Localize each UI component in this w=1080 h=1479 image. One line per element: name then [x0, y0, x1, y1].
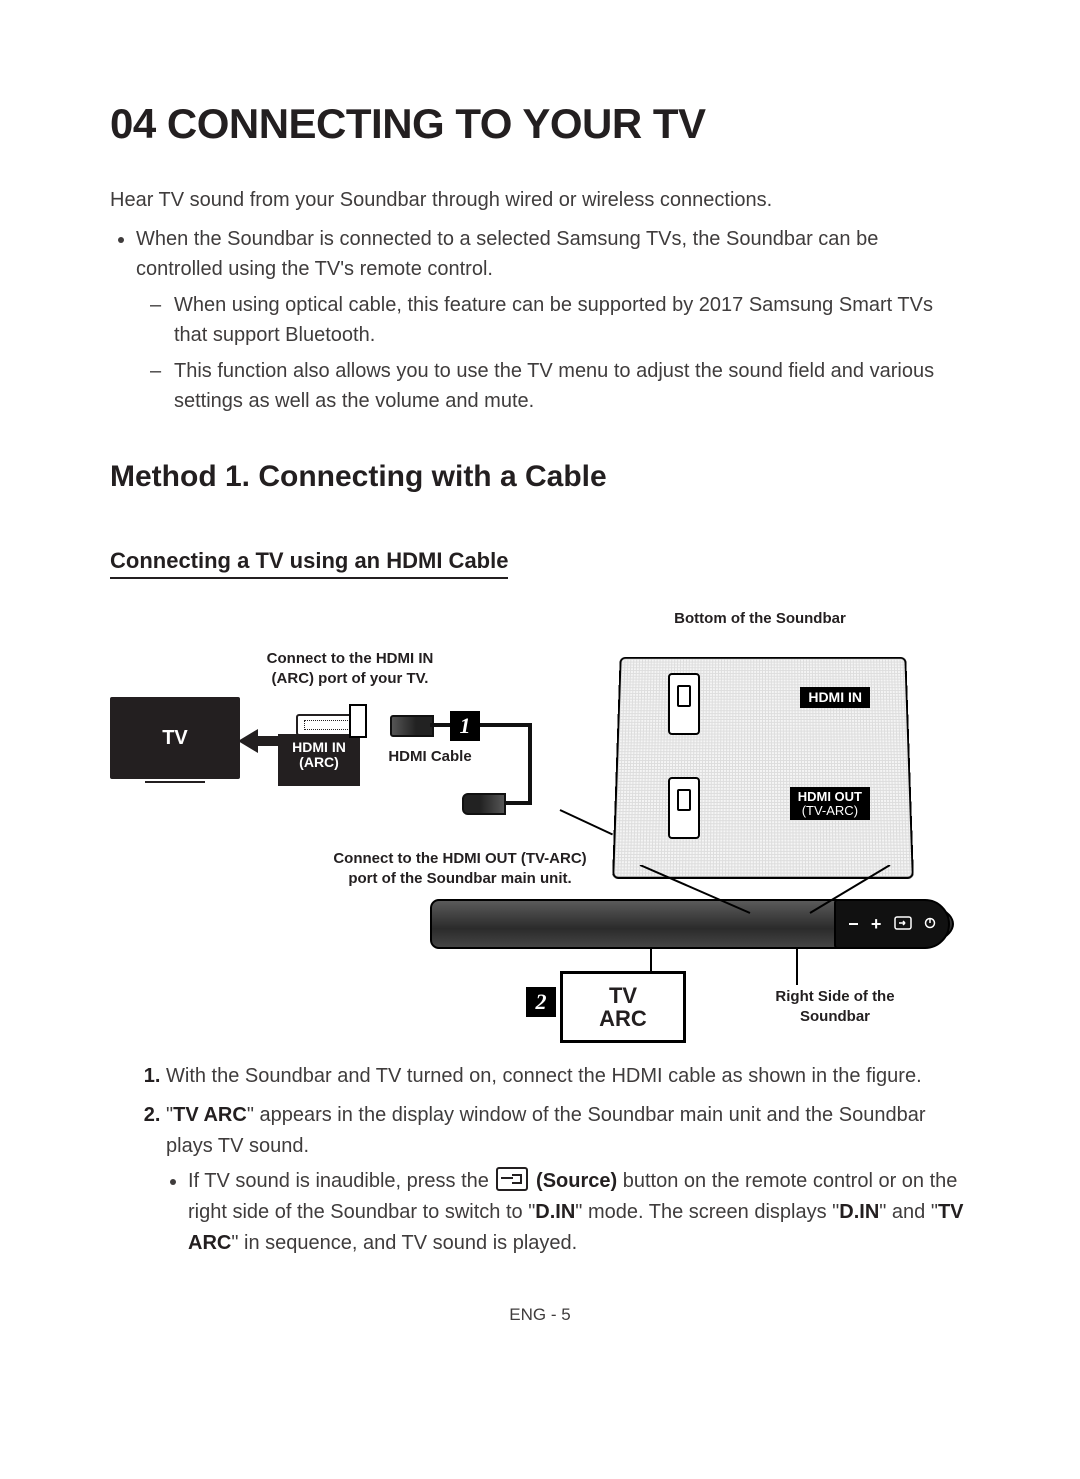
display-line-1: TV — [609, 984, 637, 1007]
step-badge-2: 2 — [526, 987, 556, 1017]
volume-plus-icon: + — [871, 914, 882, 935]
hdmi-connector-left — [390, 715, 434, 737]
hdmi-cable — [430, 723, 530, 727]
page-footer: ENG - 5 — [110, 1305, 970, 1325]
hdmi-out-port-label-2: (TV-ARC) — [802, 803, 858, 818]
soundbar-display: TV ARC — [560, 971, 686, 1043]
cable-label: HDMI Cable — [380, 747, 480, 767]
step-1: With the Soundbar and TV turned on, conn… — [166, 1061, 970, 1092]
hdmi-connector-right — [462, 793, 506, 815]
source-icon — [496, 1167, 528, 1191]
label-connect-tv: Connect to the HDMI IN (ARC) port of you… — [250, 649, 450, 688]
tv-port-label: HDMI IN(ARC) — [278, 734, 360, 786]
intro-text: Hear TV sound from your Soundbar through… — [110, 186, 970, 214]
power-icon — [924, 916, 936, 932]
connection-diagram: Bottom of the Soundbar Connect to the HD… — [110, 609, 970, 1039]
hdmi-out-port — [668, 777, 700, 839]
tv-icon: TV — [110, 697, 240, 779]
method-heading: Method 1. Connecting with a Cable — [110, 460, 970, 494]
sub-bullet-2: This function also allows you to use the… — [150, 356, 970, 416]
step-2: "TV ARC" appears in the display window o… — [166, 1100, 970, 1259]
subsection-heading: Connecting a TV using an HDMI Cable — [110, 548, 508, 579]
sub-bullet-1: When using optical cable, this feature c… — [150, 290, 970, 350]
page-title: 04 CONNECTING TO YOUR TV — [110, 100, 970, 148]
bullet-main: When the Soundbar is connected to a sele… — [136, 224, 970, 284]
callout-lines — [600, 865, 920, 915]
source-button-icon — [894, 914, 912, 935]
label-connect-soundbar: Connect to the HDMI OUT (TV-ARC) port of… — [320, 849, 600, 888]
hdmi-in-port-label: HDMI IN — [800, 687, 870, 708]
hdmi-in-port — [668, 673, 700, 735]
tv-stand-icon — [145, 781, 205, 787]
label-bottom-soundbar: Bottom of the Soundbar — [660, 609, 860, 629]
tv-port-jack — [349, 704, 367, 738]
step-2-sub: If TV sound is inaudible, press the (Sou… — [188, 1166, 970, 1259]
tv-label: TV — [162, 727, 188, 750]
volume-minus-icon: − — [848, 914, 859, 935]
step-badge-1: 1 — [450, 711, 480, 741]
label-right-side: Right Side of the Soundbar — [760, 987, 910, 1026]
instruction-list: With the Soundbar and TV turned on, conn… — [110, 1061, 970, 1259]
display-line-2: ARC — [599, 1007, 647, 1030]
